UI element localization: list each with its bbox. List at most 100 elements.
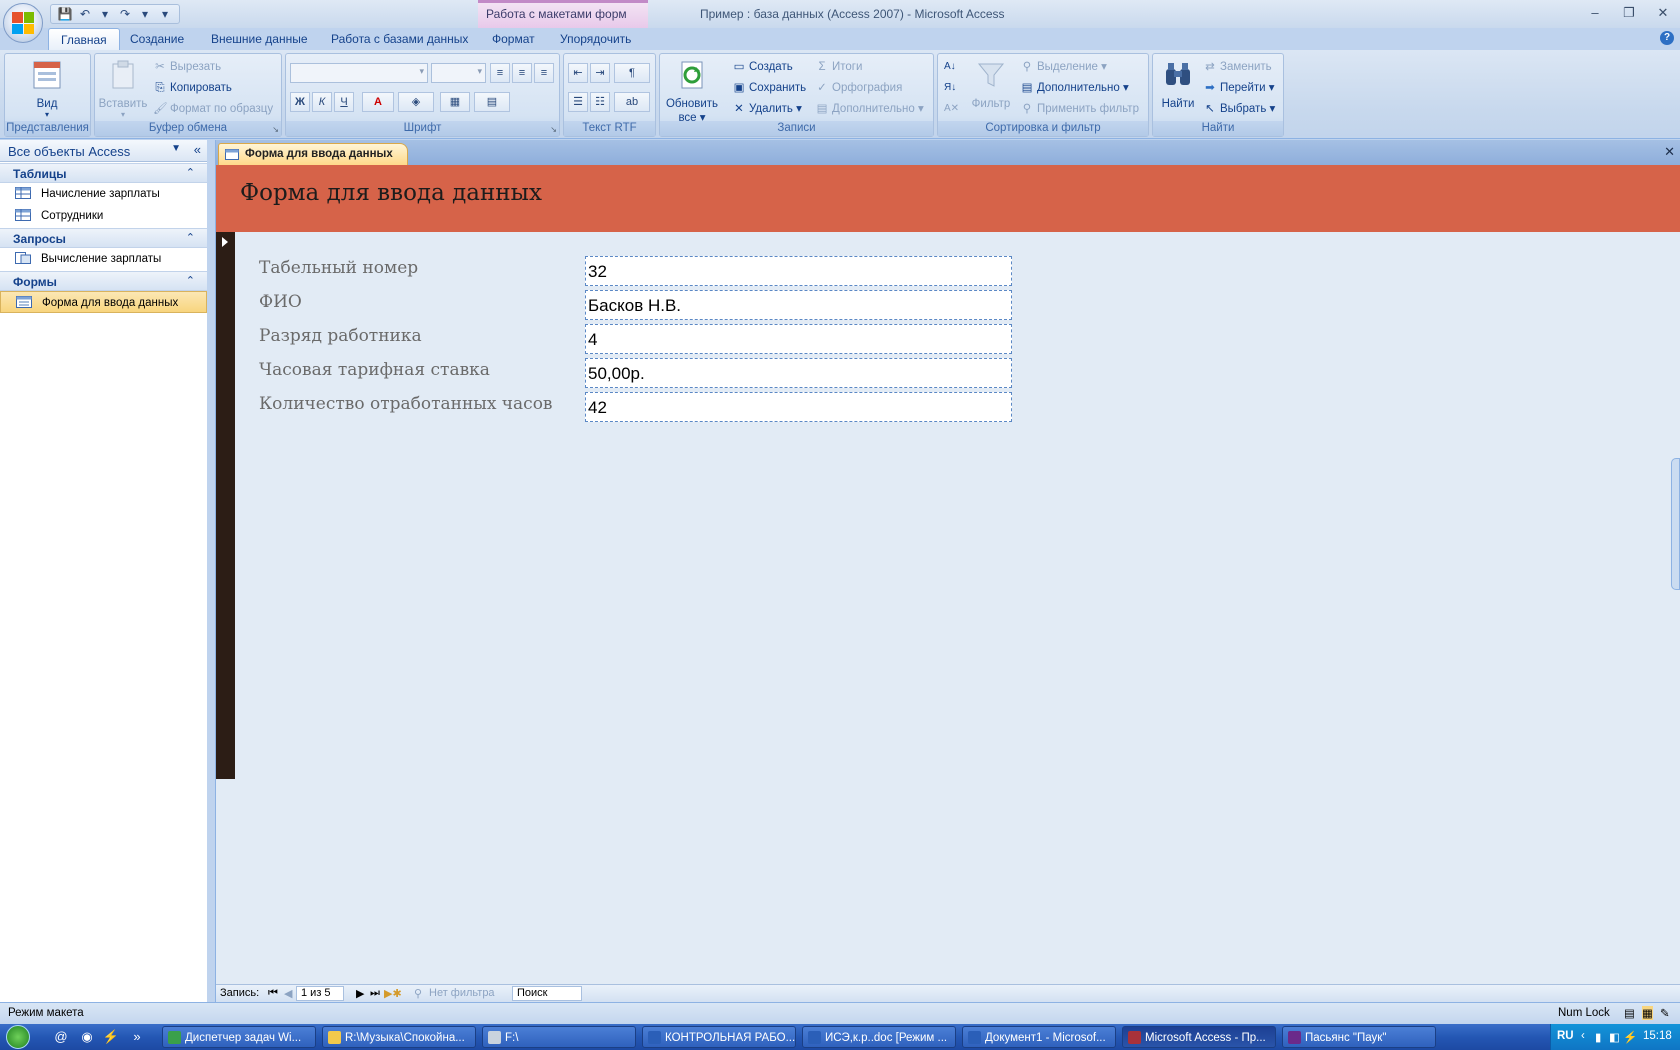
alternate-fill-icon[interactable]: ▤ (474, 92, 510, 112)
sort-ascending-icon[interactable]: A↓ (944, 58, 956, 76)
next-record-icon[interactable]: ▶ (356, 987, 364, 1000)
taskbar-item-task-manager[interactable]: Диспетчер задач Wi... (162, 1026, 316, 1048)
advanced-filter-button[interactable]: ▤ Дополнительно ▾ (1020, 79, 1129, 97)
taskbar-item-drive-f[interactable]: F:\ (482, 1026, 636, 1048)
field-input-full-name[interactable]: Басков Н.В. (585, 290, 1012, 320)
minimize-button[interactable]: ‒ (1578, 2, 1612, 24)
tab-create[interactable]: Создание (118, 28, 196, 50)
network-icon[interactable]: ⚡ (1623, 1030, 1637, 1044)
mail-agent-icon[interactable]: @ (52, 1028, 70, 1046)
customize-qat-icon[interactable]: ▾ (157, 7, 173, 21)
clipboard-launcher-icon[interactable]: ↘ (272, 125, 279, 134)
refresh-all-button[interactable]: Обновить все ▾ (662, 59, 722, 124)
nav-item-table-salary[interactable]: Начисление зарплаты (0, 183, 207, 205)
bold-button[interactable]: Ж (290, 92, 310, 112)
quicklaunch-icon[interactable]: ⚡ (102, 1028, 120, 1046)
align-left-icon[interactable]: ≡ (490, 63, 510, 83)
design-view-icon[interactable]: ✎ (1660, 1006, 1670, 1020)
taskbar-item-word-doc1[interactable]: Документ1 - Microsof... (962, 1026, 1116, 1048)
italic-button[interactable]: К (312, 92, 332, 112)
goto-button[interactable]: ➡ Перейти ▾ (1203, 79, 1274, 97)
font-launcher-icon[interactable]: ↘ (550, 125, 557, 134)
form-view-icon[interactable]: ▤ (1624, 1006, 1635, 1020)
field-input-employee-number[interactable]: 32 (585, 256, 1012, 286)
tray-expand-icon[interactable]: ‹ (1581, 1030, 1585, 1042)
nav-item-form-data-entry[interactable]: Форма для ввода данных (0, 291, 207, 313)
nav-collapse-icon[interactable]: « (194, 142, 201, 157)
undo-dropdown-icon[interactable]: ▾ (97, 7, 113, 21)
increase-indent-icon[interactable]: ⇥ (590, 63, 610, 83)
spelling-button[interactable]: ✓ Орфография (815, 79, 902, 97)
copy-button[interactable]: ⎘ Копировать (153, 79, 232, 97)
more-quicklaunch-icon[interactable]: » (128, 1028, 146, 1046)
underline-button[interactable]: Ч (334, 92, 354, 112)
more-records-button[interactable]: ▤ Дополнительно ▾ (815, 100, 924, 118)
new-blank-record-icon[interactable]: ▶✱ (384, 987, 402, 1000)
close-document-icon[interactable]: ✕ (1664, 144, 1675, 160)
antivirus-icon[interactable]: ◉ (78, 1028, 96, 1046)
clock[interactable]: 15:18 (1643, 1030, 1672, 1042)
taskbar-item-word-control[interactable]: КОНТРОЛЬНАЯ РАБО... (642, 1026, 796, 1048)
cut-button[interactable]: ✂ Вырезать (153, 58, 221, 76)
field-input-grade[interactable]: 4 (585, 324, 1012, 354)
maximize-button[interactable]: ❐ (1612, 2, 1646, 24)
first-record-icon[interactable]: ⏮ (268, 987, 278, 1000)
record-position-input[interactable]: 1 из 5 (296, 986, 344, 1001)
nav-dropdown-icon[interactable]: ▼ (171, 143, 181, 154)
numbering-icon[interactable]: ☰ (568, 92, 588, 112)
tab-format[interactable]: Формат (480, 28, 547, 50)
redo-dropdown-icon[interactable]: ▾ (137, 7, 153, 21)
align-right-icon[interactable]: ≡ (534, 63, 554, 83)
office-button[interactable] (3, 3, 43, 43)
taskbar-item-spider-solitaire[interactable]: Пасьянс "Паук" (1282, 1026, 1436, 1048)
nav-item-query-salary[interactable]: Вычисление зарплаты (0, 248, 207, 270)
selection-button[interactable]: ⚲ Выделение ▾ (1020, 58, 1107, 76)
nav-group-tables[interactable]: Таблицы ⌃ (0, 163, 207, 183)
field-list-handle[interactable] (1671, 458, 1680, 590)
font-name-combo[interactable] (290, 63, 428, 83)
search-input[interactable]: Поиск (512, 986, 582, 1001)
taskbar-item-access[interactable]: Microsoft Access - Пр... (1122, 1026, 1276, 1048)
replace-button[interactable]: ⇄ Заменить (1203, 58, 1272, 76)
bullets-icon[interactable]: ☷ (590, 92, 610, 112)
save-icon[interactable]: 💾 (57, 7, 73, 21)
new-record-button[interactable]: ▭ Создать (732, 58, 793, 76)
select-button[interactable]: ↖ Выбрать ▾ (1203, 100, 1275, 118)
filter-button[interactable]: Фильтр (968, 59, 1014, 110)
last-record-icon[interactable]: ⏭ (370, 987, 380, 1000)
decrease-indent-icon[interactable]: ⇤ (568, 63, 588, 83)
save-record-button[interactable]: ▣ Сохранить (732, 79, 807, 97)
tab-external-data[interactable]: Внешние данные (199, 28, 320, 50)
paste-button[interactable]: Вставить ▾ (98, 59, 148, 119)
nav-group-queries[interactable]: Запросы ⌃ (0, 228, 207, 248)
tab-arrange[interactable]: Упорядочить (548, 28, 643, 50)
format-painter-button[interactable]: 🖌 Формат по образцу (153, 100, 273, 118)
field-input-hours-worked[interactable]: 42 (585, 392, 1012, 422)
nav-group-forms[interactable]: Формы ⌃ (0, 271, 207, 291)
nav-item-table-employees[interactable]: Сотрудники (0, 205, 207, 227)
close-button[interactable]: ✕ (1646, 2, 1680, 24)
align-center-icon[interactable]: ≡ (512, 63, 532, 83)
undo-icon[interactable]: ↶ (77, 7, 93, 21)
volume-icon[interactable]: ◧ (1609, 1030, 1620, 1044)
field-input-hourly-rate[interactable]: 50,00р. (585, 358, 1012, 388)
find-button[interactable]: Найти (1155, 59, 1201, 110)
layout-view-icon[interactable]: ▦ (1642, 1006, 1653, 1020)
view-button[interactable]: Вид ▾ (27, 59, 67, 119)
sort-descending-icon[interactable]: Я↓ (944, 79, 956, 97)
clear-sort-icon[interactable]: A✕ (944, 100, 959, 118)
font-color-button[interactable]: A (362, 92, 394, 112)
delete-record-button[interactable]: ✕ Удалить ▾ (732, 100, 802, 118)
gridlines-icon[interactable]: ▦ (440, 92, 470, 112)
help-icon[interactable]: ? (1660, 31, 1674, 45)
document-tab[interactable]: Форма для ввода данных (218, 143, 408, 165)
nav-pane-header[interactable]: Все объекты Access ▼ « (0, 140, 207, 162)
toggle-filter-button[interactable]: ⚲ Применить фильтр (1020, 100, 1139, 118)
record-selector[interactable] (216, 232, 235, 779)
tab-home[interactable]: Главная (48, 28, 120, 50)
highlight-icon[interactable]: ab (614, 92, 650, 112)
tray-app-icon[interactable]: ▮ (1595, 1030, 1601, 1044)
font-size-combo[interactable] (431, 63, 486, 83)
taskbar-item-music-folder[interactable]: R:\Музыка\Спокойна... (322, 1026, 476, 1048)
taskbar-item-word-ise[interactable]: ИСЭ,к.р..doc [Режим ... (802, 1026, 956, 1048)
